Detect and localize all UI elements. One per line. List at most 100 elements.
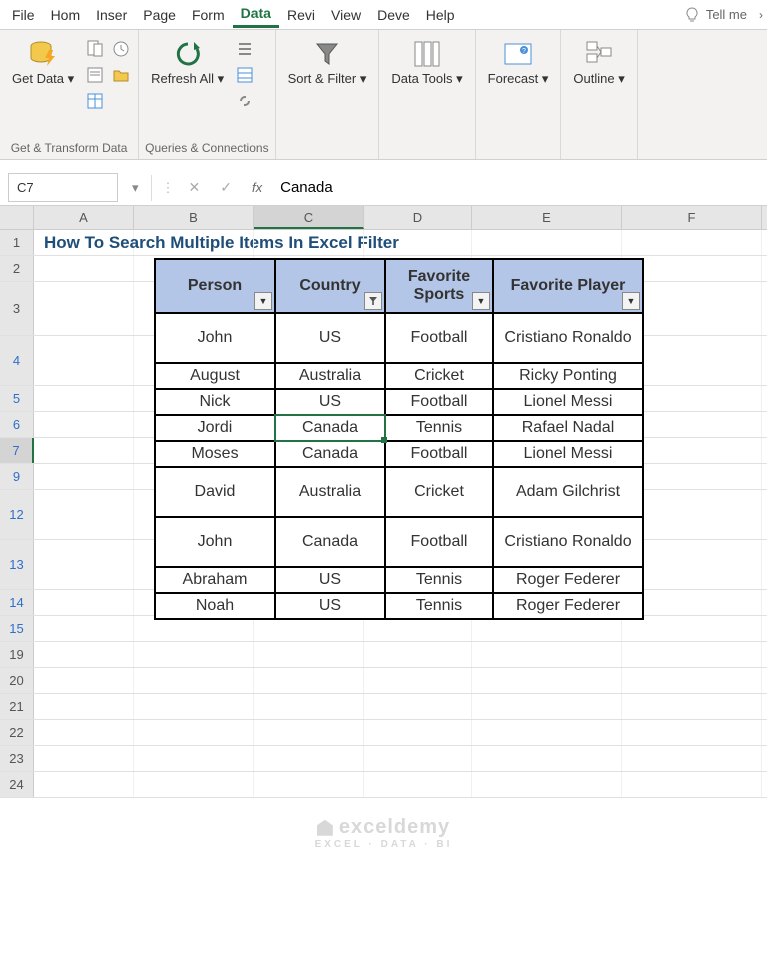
- row-header-23[interactable]: 23: [0, 746, 34, 771]
- filter-button-country[interactable]: [364, 292, 382, 310]
- cell-F23[interactable]: [622, 746, 762, 771]
- table-cell[interactable]: Canada: [275, 441, 385, 467]
- cell-D24[interactable]: [364, 772, 472, 797]
- row-header-3[interactable]: 3: [0, 282, 34, 335]
- chevron-right-icon[interactable]: ›: [759, 8, 763, 22]
- properties-button[interactable]: [234, 64, 256, 86]
- cell-C22[interactable]: [254, 720, 364, 745]
- cell-F20[interactable]: [622, 668, 762, 693]
- get-data-button[interactable]: Get Data ▾: [6, 34, 80, 90]
- column-header-E[interactable]: E: [472, 206, 622, 229]
- row-header-15[interactable]: 15: [0, 616, 34, 641]
- cell-B1[interactable]: [134, 230, 254, 255]
- table-cell[interactable]: Australia: [275, 467, 385, 517]
- table-cell[interactable]: David: [155, 467, 275, 517]
- row-header-4[interactable]: 4: [0, 336, 34, 385]
- cell-B22[interactable]: [134, 720, 254, 745]
- table-cell[interactable]: Football: [385, 517, 493, 567]
- cell-A3[interactable]: [34, 282, 134, 335]
- refresh-all-button[interactable]: Refresh All ▾: [145, 34, 230, 90]
- row-header-1[interactable]: 1: [0, 230, 34, 255]
- row-header-13[interactable]: 13: [0, 540, 34, 589]
- cell-A13[interactable]: [34, 540, 134, 589]
- table-cell[interactable]: Football: [385, 389, 493, 415]
- cell-C1[interactable]: [254, 230, 364, 255]
- cell-A20[interactable]: [34, 668, 134, 693]
- tab-data[interactable]: Data: [233, 1, 279, 28]
- table-cell[interactable]: Adam Gilchrist: [493, 467, 643, 517]
- tab-form[interactable]: Form: [184, 3, 233, 27]
- column-header-C[interactable]: C: [254, 206, 364, 229]
- cell-D20[interactable]: [364, 668, 472, 693]
- outline-button[interactable]: Outline ▾: [567, 34, 630, 90]
- row-header-12[interactable]: 12: [0, 490, 34, 539]
- formula-input[interactable]: [272, 173, 767, 202]
- cell-A15[interactable]: [34, 616, 134, 641]
- cell-F22[interactable]: [622, 720, 762, 745]
- table-cell[interactable]: Tennis: [385, 415, 493, 441]
- cell-E20[interactable]: [472, 668, 622, 693]
- recent-sources-button[interactable]: [110, 38, 132, 60]
- cell-A22[interactable]: [34, 720, 134, 745]
- table-cell[interactable]: Tennis: [385, 567, 493, 593]
- cell-C24[interactable]: [254, 772, 364, 797]
- tab-hom[interactable]: Hom: [43, 3, 89, 27]
- tab-inser[interactable]: Inser: [88, 3, 135, 27]
- filter-button-favorite-player[interactable]: ▼: [622, 292, 640, 310]
- cell-A21[interactable]: [34, 694, 134, 719]
- table-cell[interactable]: Football: [385, 313, 493, 363]
- cell-E23[interactable]: [472, 746, 622, 771]
- row-header-6[interactable]: 6: [0, 412, 34, 437]
- tab-view[interactable]: View: [323, 3, 369, 27]
- table-cell[interactable]: US: [275, 313, 385, 363]
- cell-E21[interactable]: [472, 694, 622, 719]
- filter-button-favorite-sports[interactable]: ▼: [472, 292, 490, 310]
- cell-B21[interactable]: [134, 694, 254, 719]
- table-cell[interactable]: Abraham: [155, 567, 275, 593]
- table-cell[interactable]: Football: [385, 441, 493, 467]
- table-cell[interactable]: Jordi: [155, 415, 275, 441]
- cell-A2[interactable]: [34, 256, 134, 281]
- table-cell[interactable]: Lionel Messi: [493, 441, 643, 467]
- fill-handle[interactable]: [381, 437, 387, 443]
- column-header-F[interactable]: F: [622, 206, 762, 229]
- column-header-D[interactable]: D: [364, 206, 472, 229]
- cell-D23[interactable]: [364, 746, 472, 771]
- fx-icon[interactable]: fx: [242, 180, 272, 195]
- table-cell[interactable]: John: [155, 313, 275, 363]
- cell-B23[interactable]: [134, 746, 254, 771]
- row-header-21[interactable]: 21: [0, 694, 34, 719]
- sort-filter-button[interactable]: Sort & Filter ▾: [282, 34, 373, 90]
- table-cell[interactable]: Canada: [275, 415, 385, 441]
- filter-button-person[interactable]: ▼: [254, 292, 272, 310]
- table-cell[interactable]: Roger Federer: [493, 567, 643, 593]
- tab-deve[interactable]: Deve: [369, 3, 418, 27]
- cell-D21[interactable]: [364, 694, 472, 719]
- table-cell[interactable]: John: [155, 517, 275, 567]
- cell-E1[interactable]: [472, 230, 622, 255]
- row-header-24[interactable]: 24: [0, 772, 34, 797]
- row-header-14[interactable]: 14: [0, 590, 34, 615]
- table-cell[interactable]: Noah: [155, 593, 275, 619]
- row-header-20[interactable]: 20: [0, 668, 34, 693]
- column-header-A[interactable]: A: [34, 206, 134, 229]
- table-cell[interactable]: US: [275, 389, 385, 415]
- table-cell[interactable]: Australia: [275, 363, 385, 389]
- data-tools-button[interactable]: Data Tools ▾: [385, 34, 468, 90]
- row-header-7[interactable]: 7: [0, 438, 34, 463]
- cell-C23[interactable]: [254, 746, 364, 771]
- cell-B24[interactable]: [134, 772, 254, 797]
- table-cell[interactable]: Cristiano Ronaldo: [493, 517, 643, 567]
- tab-page[interactable]: Page: [135, 3, 184, 27]
- cell-A24[interactable]: [34, 772, 134, 797]
- cell-A6[interactable]: [34, 412, 134, 437]
- cell-F19[interactable]: [622, 642, 762, 667]
- cell-D1[interactable]: [364, 230, 472, 255]
- cell-D22[interactable]: [364, 720, 472, 745]
- from-web-button[interactable]: [84, 64, 106, 86]
- row-header-2[interactable]: 2: [0, 256, 34, 281]
- table-cell[interactable]: Tennis: [385, 593, 493, 619]
- row-header-22[interactable]: 22: [0, 720, 34, 745]
- cell-A14[interactable]: [34, 590, 134, 615]
- tab-help[interactable]: Help: [418, 3, 463, 27]
